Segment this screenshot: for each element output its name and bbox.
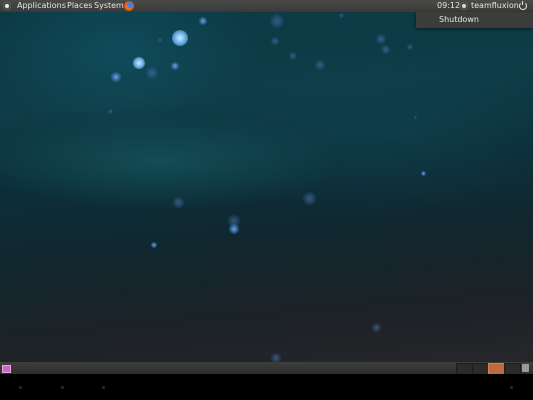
session-menu: Shutdown (416, 12, 533, 28)
wallpaper-bubble (108, 109, 113, 114)
wallpaper-bubble (151, 242, 157, 248)
wallpaper-bubble (414, 116, 417, 119)
wallpaper-bubble (407, 44, 413, 50)
bezel-dot (510, 386, 513, 389)
menu-system[interactable]: System (94, 0, 124, 12)
wallpaper-bubble (381, 45, 390, 54)
wallpaper-bubble (339, 13, 344, 18)
user-icon (460, 2, 468, 10)
bezel-dot (61, 386, 64, 389)
wallpaper-bubble (372, 323, 381, 332)
wallpaper-bubble (303, 192, 316, 205)
menu-applications[interactable]: Applications (17, 0, 66, 12)
wallpaper-bubble (376, 34, 386, 44)
top-panel: Applications Places System 09:12 teamflu… (0, 0, 533, 12)
power-icon[interactable] (519, 1, 527, 10)
wallpaper-bubble (289, 52, 297, 60)
wallpaper-bubble (229, 224, 239, 234)
wallpaper-bubble (172, 30, 188, 46)
shutdown-menu-item[interactable]: Shutdown (439, 14, 479, 26)
bottom-panel (0, 362, 533, 375)
clock[interactable]: 09:12 (437, 0, 460, 12)
wallpaper-bubble (173, 197, 184, 208)
wallpaper-bubble (111, 72, 121, 82)
wallpaper-bubble (146, 67, 158, 79)
show-desktop-icon[interactable] (2, 365, 11, 373)
wallpaper-bubble (270, 14, 284, 28)
wallpaper-bubble (158, 38, 162, 42)
wallpaper-bubble (271, 37, 279, 45)
wallpaper-bubble (171, 62, 179, 70)
wallpaper-bubble (421, 171, 426, 176)
trash-icon[interactable] (522, 364, 529, 372)
desktop-wallpaper[interactable] (0, 12, 533, 363)
screen-bezel (0, 374, 533, 400)
screen: Applications Places System 09:12 teamflu… (0, 0, 533, 400)
firefox-icon[interactable] (124, 1, 134, 11)
menu-places[interactable]: Places (67, 0, 92, 12)
ubuntu-logo-icon[interactable] (3, 2, 11, 10)
wallpaper-bubble (315, 60, 325, 70)
wallpaper-bubble (133, 57, 145, 69)
bezel-dot (102, 386, 105, 389)
bezel-dot (19, 386, 22, 389)
username-label[interactable]: teamfluxion (471, 0, 519, 12)
wallpaper-bubble (199, 17, 207, 25)
